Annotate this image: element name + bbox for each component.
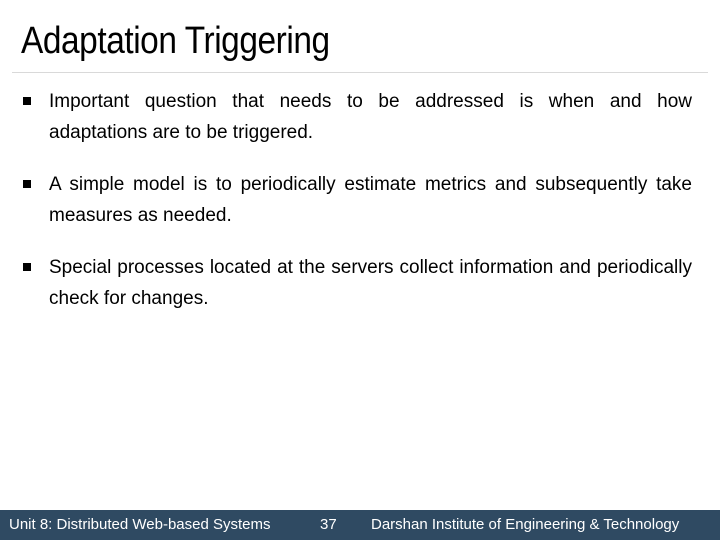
bullet-text: A simple model is to periodically estima… xyxy=(49,174,692,226)
title-divider xyxy=(12,72,708,73)
bullet-item: Special processes located at the servers… xyxy=(20,252,692,314)
footer-institute: Darshan Institute of Engineering & Techn… xyxy=(371,516,680,533)
bullet-item: A simple model is to periodically estima… xyxy=(20,169,692,231)
footer-bar: Unit 8: Distributed Web-based Systems 37… xyxy=(0,510,720,540)
bullet-list: Important question that needs to be addr… xyxy=(20,86,692,335)
bullet-text: Special processes located at the servers… xyxy=(49,257,692,309)
square-bullet-icon xyxy=(23,97,31,105)
bullet-text: Important question that needs to be addr… xyxy=(49,91,692,143)
footer-unit: Unit 8: Distributed Web-based Systems xyxy=(9,516,271,533)
page-number: 37 xyxy=(320,516,337,533)
bullet-item: Important question that needs to be addr… xyxy=(20,86,692,148)
square-bullet-icon xyxy=(23,180,31,188)
slide-title: Adaptation Triggering xyxy=(21,20,330,62)
square-bullet-icon xyxy=(23,263,31,271)
